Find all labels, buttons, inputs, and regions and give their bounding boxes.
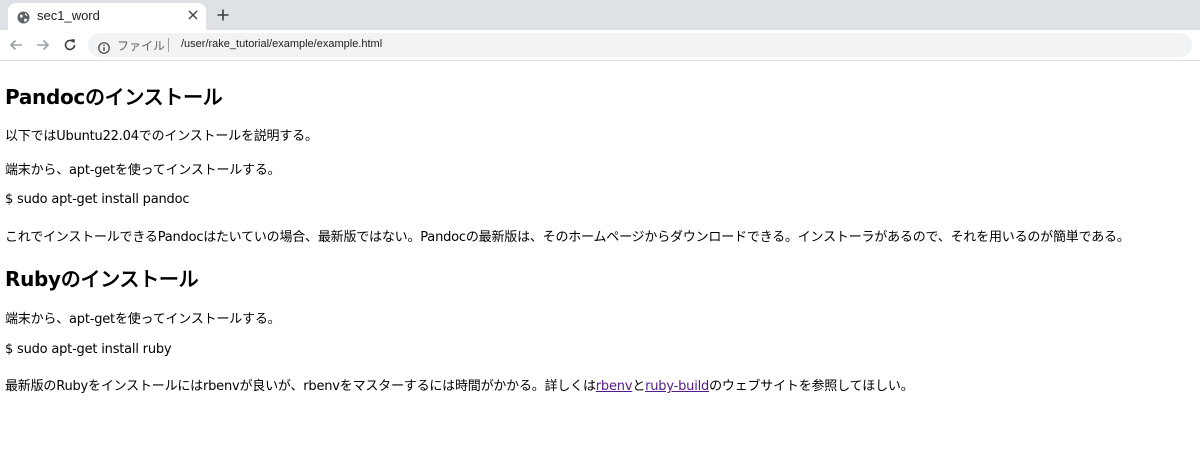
address-bar[interactable]: ファイル /user/rake_tutorial/example/example… bbox=[88, 33, 1192, 57]
paragraph: これでインストールできるPandocはたいていの場合、最新版ではない。Pando… bbox=[5, 230, 1130, 245]
globe-icon bbox=[17, 9, 30, 24]
back-arrow-icon[interactable] bbox=[7, 36, 25, 54]
reload-icon[interactable] bbox=[61, 36, 79, 54]
paragraph: 端末から、apt-getを使ってインストールする。 bbox=[5, 312, 281, 327]
section-heading-pandoc: Pandocのインストール bbox=[5, 85, 223, 109]
forward-arrow-icon[interactable] bbox=[34, 36, 52, 54]
section-heading-ruby: Rubyのインストール bbox=[5, 267, 199, 291]
url-text[interactable]: /user/rake_tutorial/example/example.html bbox=[181, 38, 382, 50]
info-icon[interactable] bbox=[98, 39, 110, 54]
browser-toolbar: ファイル /user/rake_tutorial/example/example… bbox=[0, 30, 1200, 61]
paragraph-text: のウェブサイトを参照してほしい。 bbox=[709, 379, 914, 394]
paragraph: 端末から、apt-getを使ってインストールする。 bbox=[5, 163, 281, 178]
code-line: $ sudo apt-get install pandoc bbox=[5, 192, 190, 207]
tab-strip: sec1_word bbox=[0, 0, 1200, 30]
divider bbox=[168, 38, 169, 52]
ruby-build-link[interactable]: ruby-build bbox=[645, 379, 709, 394]
tab-title: sec1_word bbox=[37, 8, 100, 23]
code-line: $ sudo apt-get install ruby bbox=[5, 342, 172, 357]
paragraph-text: と bbox=[632, 379, 646, 394]
security-label: ファイル bbox=[117, 39, 166, 53]
page-content: Pandocのインストール 以下ではUbuntu22.04でのインストールを説明… bbox=[0, 61, 1200, 452]
paragraph-text: 最新版のRubyをインストールにはrbenvが良いが、rbenvをマスターするに… bbox=[5, 379, 596, 394]
tab-active[interactable]: sec1_word bbox=[8, 3, 206, 30]
paragraph: 最新版のRubyをインストールにはrbenvが良いが、rbenvをマスターするに… bbox=[5, 375, 914, 394]
paragraph: 以下ではUbuntu22.04でのインストールを説明する。 bbox=[5, 129, 318, 144]
rbenv-link[interactable]: rbenv bbox=[596, 379, 633, 394]
plus-icon[interactable] bbox=[213, 5, 233, 25]
close-icon[interactable] bbox=[185, 7, 201, 23]
